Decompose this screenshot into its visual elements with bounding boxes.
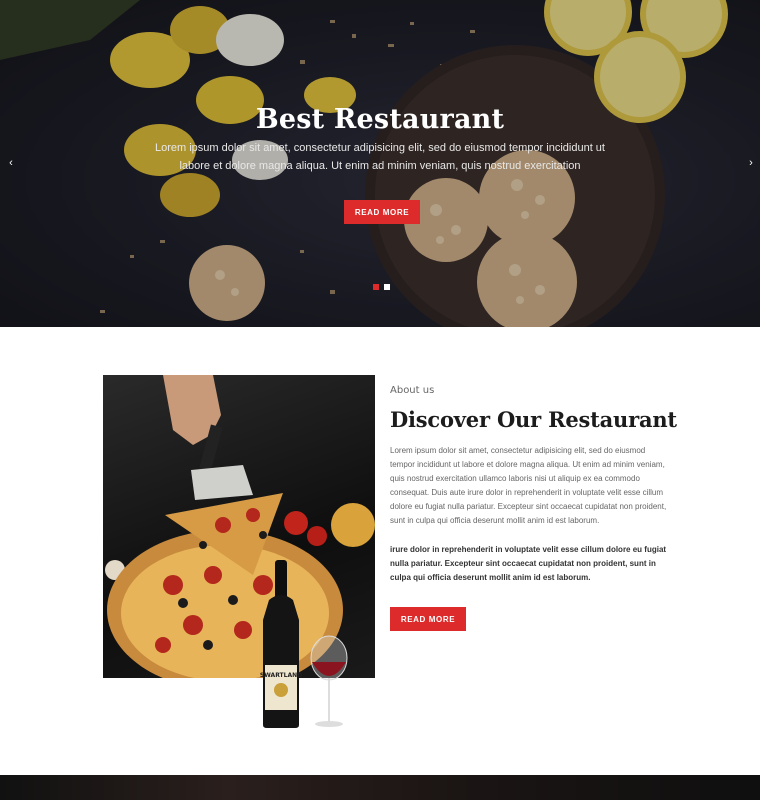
slider-dot-1[interactable]: [373, 284, 379, 290]
next-section-preview: [0, 775, 760, 800]
about-kicker: About us: [390, 385, 435, 396]
wine-bottle-and-glass: SWARTLAND: [260, 560, 348, 728]
about-bold-paragraph: irure dolor in reprehenderit in voluptat…: [390, 545, 667, 582]
slider-pagination: [373, 284, 390, 290]
hero-description: Lorem ipsum dolor sit amet, consectetur …: [154, 142, 605, 172]
chevron-right-icon[interactable]: ›: [745, 156, 757, 170]
about-title: Discover Our Restaurant: [390, 407, 677, 432]
hero-title: Best Restaurant: [255, 104, 505, 135]
chevron-left-icon[interactable]: ‹: [5, 156, 17, 170]
hero-read-more-button[interactable]: READ MORE: [344, 200, 420, 224]
about-read-more-button[interactable]: READ MORE: [390, 607, 466, 631]
wine-label-text: SWARTLAND: [260, 672, 302, 679]
slider-dot-2[interactable]: [384, 284, 390, 290]
about-paragraph: Lorem ipsum dolor sit amet, consectetur …: [390, 446, 667, 525]
hero-slider: Best Restaurant Lorem ipsum dolor sit am…: [0, 0, 760, 327]
